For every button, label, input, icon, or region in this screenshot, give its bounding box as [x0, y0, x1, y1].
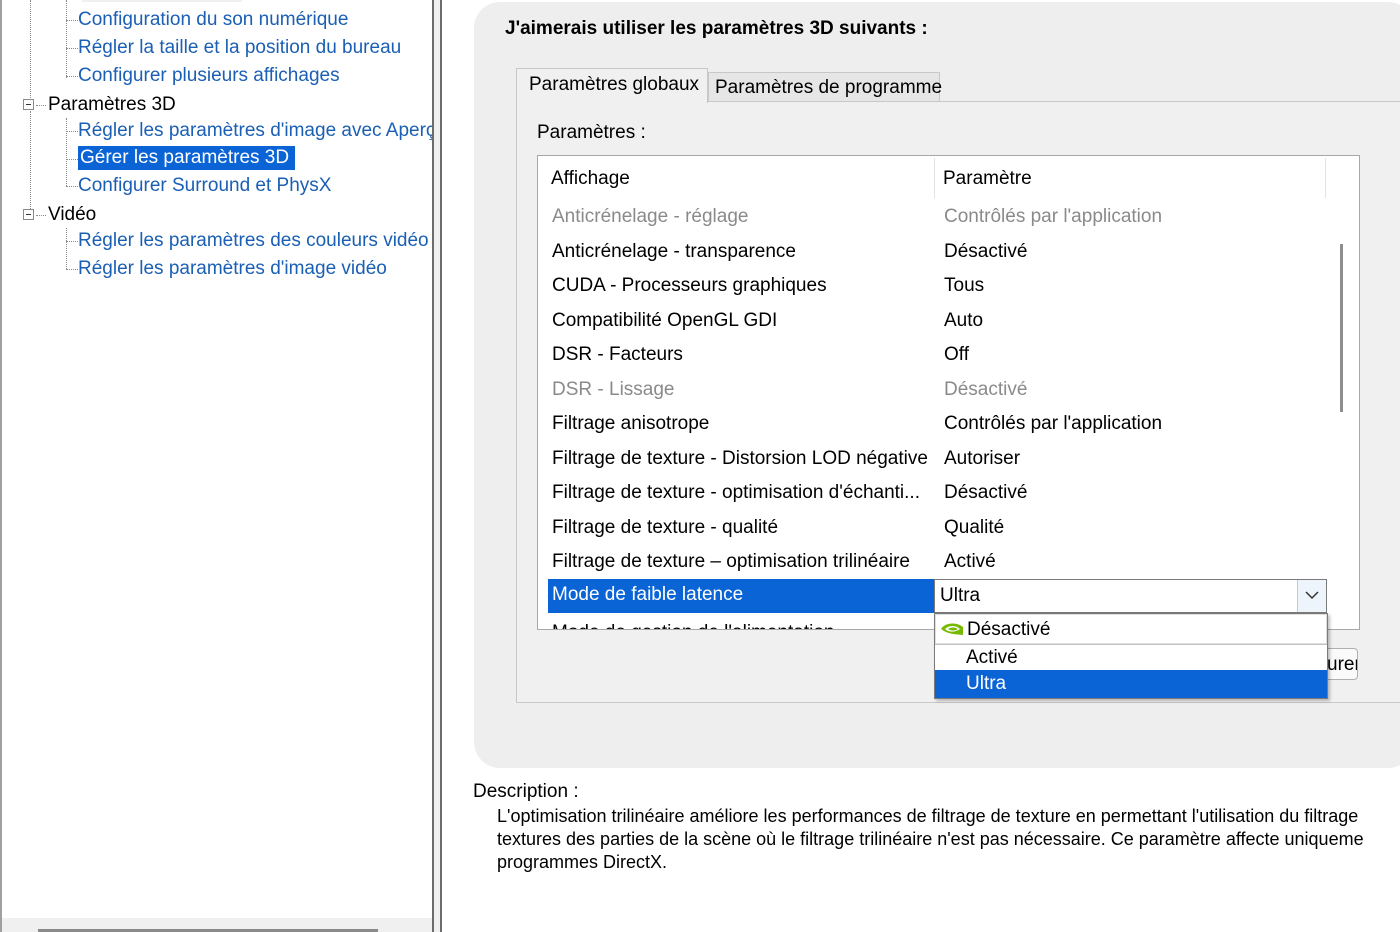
tree-connector [66, 48, 78, 49]
list-row[interactable]: DSR - Lissage Désactivé [538, 373, 1328, 407]
list-row[interactable]: Anticrénelage - transparence Désactivé [538, 235, 1328, 269]
combobox-value: Ultra [940, 585, 981, 606]
row-feature: Mode de gestion de l'alimentation [552, 622, 834, 629]
tree-connector [36, 105, 46, 106]
row-feature: DSR - Lissage [552, 379, 675, 400]
tab-global-settings[interactable]: Paramètres globaux [516, 68, 708, 103]
row-feature: Filtrage de texture – optimisation trili… [552, 551, 911, 572]
combobox-button[interactable] [1297, 580, 1326, 612]
list-row[interactable]: CUDA - Processeurs graphiques Tous [538, 269, 1328, 303]
panel-splitter[interactable] [432, 0, 442, 932]
option-label: Ultra [966, 673, 1007, 694]
dropdown-option-ultra[interactable]: Ultra [935, 670, 1327, 698]
description-text: L'optimisation trilinéaire améliore les … [497, 806, 1364, 872]
nvidia-logo-icon [941, 623, 963, 635]
list-row[interactable]: DSR - Facteurs Off [538, 338, 1328, 372]
tree-category-video[interactable]: Vidéo [48, 203, 96, 227]
row-setting: Activé [944, 551, 996, 572]
combobox-dropdown: Désactivé Activé Ultra [934, 613, 1328, 699]
row-feature: CUDA - Processeurs graphiques [552, 275, 827, 296]
list-row[interactable]: Filtrage de texture - Distorsion LOD nég… [538, 442, 1328, 476]
tab-program-settings[interactable]: Paramètres de programme [708, 72, 942, 102]
row-feature: Anticrénelage - réglage [552, 206, 749, 227]
list-header: Affichage Paramètre [538, 156, 1326, 202]
row-feature: Filtrage de texture - Distorsion LOD nég… [552, 448, 928, 469]
tree-connector [30, 111, 31, 209]
tree-connector [36, 215, 46, 216]
row-feature: Filtrage de texture - qualité [552, 517, 779, 538]
column-header-setting[interactable]: Paramètre [943, 168, 1032, 190]
list-row[interactable]: Filtrage de texture - qualité Qualité [538, 511, 1328, 545]
row-setting: Qualité [944, 517, 1005, 538]
column-header-feature[interactable]: Affichage [551, 168, 630, 190]
tree-connector [66, 269, 78, 270]
row-setting: Off [944, 344, 969, 365]
row-setting: Tous [944, 275, 985, 296]
column-divider[interactable] [934, 158, 935, 198]
tree-item-multiple-displays[interactable]: Configurer plusieurs affichages [78, 64, 340, 88]
tree-horizontal-scrollbar[interactable] [2, 918, 432, 932]
tree-item-desktop-size[interactable]: Régler la taille et la position du burea… [78, 36, 401, 60]
params-label: Paramètres : [537, 122, 646, 143]
description-label: Description : [473, 781, 579, 802]
tree-connector [66, 0, 67, 78]
row-setting: Désactivé [944, 241, 1028, 262]
list-row[interactable]: Filtrage de texture – optimisation trili… [538, 545, 1328, 579]
tree-connector [66, 76, 78, 77]
tree-item-manage-3d[interactable]: Gérer les paramètres 3D [78, 146, 296, 170]
row-setting: Auto [944, 310, 984, 331]
collapse-3d-icon[interactable] [23, 99, 34, 110]
tree-connector [66, 118, 67, 186]
row-feature: Anticrénelage - transparence [552, 241, 796, 262]
settings-list: Affichage Paramètre Anticrénelage - régl… [537, 155, 1360, 630]
row-setting: Contrôlés par l'application [944, 413, 1163, 434]
list-row[interactable]: Filtrage de texture - optimisation d'éch… [538, 476, 1328, 510]
tree-item-digital-audio[interactable]: Configuration du son numérique [78, 8, 348, 32]
row-setting: Autoriser [944, 448, 1021, 469]
tree-cutoff-item [82, 0, 242, 2]
tree-category-3d-settings[interactable]: Paramètres 3D [48, 93, 176, 117]
list-row[interactable]: Anticrénelage - réglage Contrôlés par l'… [538, 200, 1328, 234]
tree-connector [66, 186, 78, 187]
tree-connector [66, 131, 78, 132]
list-row-selected[interactable]: Mode de faible latence [548, 579, 934, 613]
dropdown-option-enabled[interactable]: Activé [935, 644, 1327, 670]
tree-connector [66, 241, 78, 242]
tree-connector [66, 159, 78, 160]
restore-button-label: urer [1327, 654, 1358, 675]
chevron-down-icon [1305, 591, 1319, 600]
column-divider [1325, 158, 1326, 198]
tree-item-video-image[interactable]: Régler les paramètres d'image vidéo [78, 257, 387, 281]
list-row[interactable]: Compatibilité OpenGL GDI Auto [538, 304, 1328, 338]
row-feature: DSR - Facteurs [552, 344, 683, 365]
row-feature: Filtrage anisotrope [552, 413, 710, 434]
navigation-tree: Configuration du son numérique Régler la… [0, 0, 432, 932]
row-setting: Désactivé [944, 379, 1028, 400]
row-feature: Mode de faible latence [552, 584, 744, 605]
section-heading: J'aimerais utiliser les paramètres 3D su… [505, 18, 928, 39]
option-label: Désactivé [967, 619, 1051, 640]
collapse-video-icon[interactable] [23, 209, 34, 220]
list-row[interactable]: Filtrage anisotrope Contrôlés par l'appl… [538, 407, 1328, 441]
row-feature: Filtrage de texture - optimisation d'éch… [552, 482, 920, 503]
tree-item-image-preview[interactable]: Régler les paramètres d'image avec Aperç… [78, 119, 432, 143]
dropdown-option-disabled[interactable]: Désactivé [935, 614, 1327, 644]
option-label: Activé [966, 647, 1018, 668]
row-setting: Désactivé [944, 482, 1028, 503]
list-scrollbar-thumb[interactable] [1340, 244, 1343, 412]
tree-item-video-colors[interactable]: Régler les paramètres des couleurs vidéo [78, 229, 429, 253]
tree-connector [30, 0, 31, 98]
setting-combobox[interactable]: Ultra [934, 579, 1327, 613]
row-feature: Compatibilité OpenGL GDI [552, 310, 778, 331]
tree-connector [66, 20, 78, 21]
tree-connector [66, 228, 67, 269]
tree-item-surround-physx[interactable]: Configurer Surround et PhysX [78, 174, 331, 198]
row-setting: Contrôlés par l'application [944, 206, 1163, 227]
